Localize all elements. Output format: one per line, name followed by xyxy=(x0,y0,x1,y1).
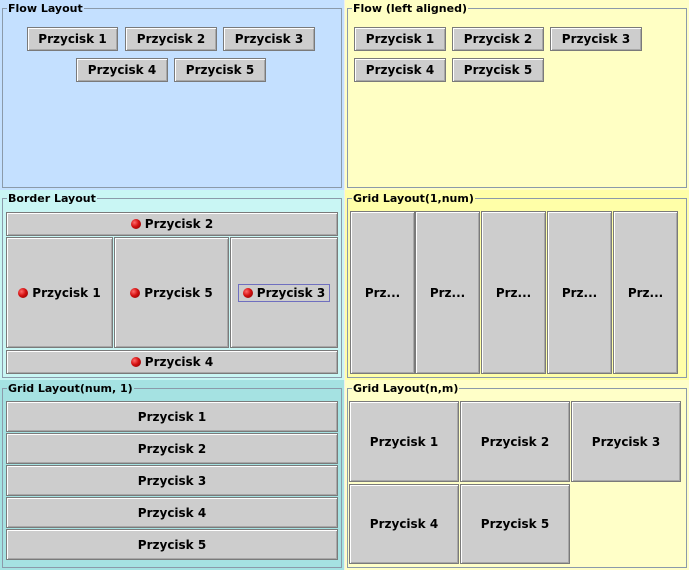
flow-button-3[interactable]: Przycisk 3 xyxy=(223,27,315,51)
border-south-button[interactable]: Przycisk 4 xyxy=(6,350,338,374)
grid-col-button-2[interactable]: Przycisk 2 xyxy=(6,433,338,464)
red-dot-icon xyxy=(18,287,29,298)
red-dot-icon xyxy=(130,357,141,367)
flow-button-5[interactable]: Przycisk 5 xyxy=(174,58,266,82)
grid-col-button-4[interactable]: Przycisk 4 xyxy=(6,497,338,528)
border-center-button[interactable]: Przycisk 5 xyxy=(114,237,229,348)
red-dot-icon xyxy=(242,287,253,298)
border-west-button[interactable]: Przycisk 1 xyxy=(6,237,113,348)
panel-title: Flow Layout xyxy=(7,2,84,15)
flow-left-button-4[interactable]: Przycisk 4 xyxy=(354,58,446,82)
flow-left-button-3[interactable]: Przycisk 3 xyxy=(550,27,642,51)
grid-row-button-5[interactable]: Prz... xyxy=(613,211,678,374)
panel-title: Grid Layout(n,m) xyxy=(352,382,460,395)
panel-title: Grid Layout(1,num) xyxy=(352,192,475,205)
button-label: Przycisk 5 xyxy=(144,285,213,300)
grid-col-button-5[interactable]: Przycisk 5 xyxy=(6,529,338,560)
grid-row-button-3[interactable]: Prz... xyxy=(481,211,546,374)
panel-title: Border Layout xyxy=(7,192,97,205)
button-label: Przycisk 1 xyxy=(32,285,101,300)
border-north-button[interactable]: Przycisk 2 xyxy=(6,212,338,236)
grid-col-button-1[interactable]: Przycisk 1 xyxy=(6,401,338,432)
flow-left-button-2[interactable]: Przycisk 2 xyxy=(452,27,544,51)
focus-indicator: Przycisk 3 xyxy=(237,283,331,302)
grid-nm-button-4[interactable]: Przycisk 4 xyxy=(349,484,459,564)
grid-row-button-2[interactable]: Prz... xyxy=(415,211,480,374)
flow-layout-panel: Flow Layout Przycisk 1 Przycisk 2 Przyci… xyxy=(0,0,344,190)
grid-col-button-3[interactable]: Przycisk 3 xyxy=(6,465,338,496)
button-label: Przycisk 2 xyxy=(144,217,214,231)
border-east-button[interactable]: Przycisk 3 xyxy=(230,237,338,348)
flow-button-2[interactable]: Przycisk 2 xyxy=(125,27,217,51)
grid-nm-button-2[interactable]: Przycisk 2 xyxy=(460,401,570,482)
flow-button-1[interactable]: Przycisk 1 xyxy=(27,27,118,51)
grid-nm-button-5[interactable]: Przycisk 5 xyxy=(460,484,570,564)
panel-title: Grid Layout(num, 1) xyxy=(7,382,134,395)
grid-nm-button-1[interactable]: Przycisk 1 xyxy=(349,401,459,482)
red-dot-icon xyxy=(130,219,141,229)
grid-row-button-4[interactable]: Prz... xyxy=(547,211,612,374)
grid-col-panel: Grid Layout(num, 1) Przycisk 1 Przycisk … xyxy=(0,380,344,570)
border-layout-panel: Border Layout Przycisk 2 Przycisk 1 Przy… xyxy=(0,190,344,380)
flow-left-button-5[interactable]: Przycisk 5 xyxy=(452,58,544,82)
flow-left-button-1[interactable]: Przycisk 1 xyxy=(354,27,446,51)
grid-row-button-1[interactable]: Prz... xyxy=(350,211,415,374)
grid-nm-button-3[interactable]: Przycisk 3 xyxy=(571,401,681,482)
flow-left-panel: Flow (left aligned) Przycisk 1 Przycisk … xyxy=(345,0,689,190)
panel-title: Flow (left aligned) xyxy=(352,2,468,15)
button-label: Przycisk 3 xyxy=(256,285,326,300)
button-label: Przycisk 4 xyxy=(144,355,214,369)
red-dot-icon xyxy=(130,287,141,298)
grid-nm-panel: Grid Layout(n,m) Przycisk 1 Przycisk 2 P… xyxy=(345,380,689,570)
flow-button-4[interactable]: Przycisk 4 xyxy=(76,58,168,82)
grid-row-panel: Grid Layout(1,num) Prz... Prz... Prz... … xyxy=(345,190,689,380)
